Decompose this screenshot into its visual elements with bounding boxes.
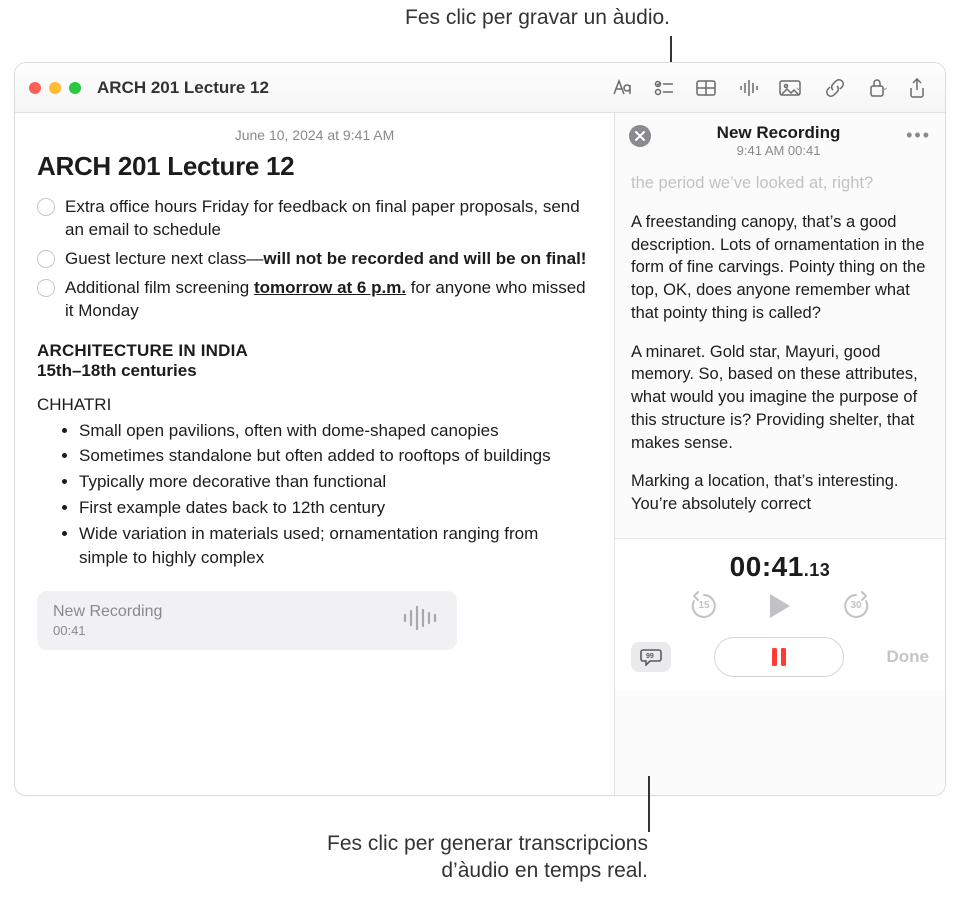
timer-main: 00:41 xyxy=(730,551,804,582)
recording-meta: 9:41 AM 00:41 xyxy=(651,143,906,158)
share-button[interactable] xyxy=(903,76,931,100)
chevron-down-icon: ⌄ xyxy=(881,82,889,93)
callout-line2: d’àudio en temps real. xyxy=(441,859,648,882)
checkbox-icon[interactable] xyxy=(37,198,55,216)
transcript-paragraph: A minaret. Gold star, Mayuri, good memor… xyxy=(631,341,929,455)
transcript-faded-line: the period we’ve looked at, right? xyxy=(631,172,929,195)
list-item: Typically more decorative than functiona… xyxy=(79,470,592,494)
svg-text:99: 99 xyxy=(646,653,654,660)
note-heading: ARCH 201 Lecture 12 xyxy=(37,151,592,182)
text-bold-underline: tomorrow at 6 p.m. xyxy=(254,278,406,297)
checklist-item[interactable]: Extra office hours Friday for feedback o… xyxy=(37,196,592,242)
recording-attachment[interactable]: New Recording 00:41 xyxy=(37,591,457,650)
checkbox-icon[interactable] xyxy=(37,250,55,268)
transcription-toggle-button[interactable]: 99 xyxy=(631,642,671,672)
bullet-list: Small open pavilions, often with dome-sh… xyxy=(79,419,592,570)
list-item: Small open pavilions, often with dome-sh… xyxy=(79,419,592,443)
checkbox-icon[interactable] xyxy=(37,279,55,297)
skip-back-label: 15 xyxy=(698,600,709,611)
skip-forward-30-button[interactable]: 30 xyxy=(839,589,873,623)
minimize-window-button[interactable] xyxy=(49,82,61,94)
window-title: ARCH 201 Lecture 12 xyxy=(97,78,269,98)
note-content-pane: June 10, 2024 at 9:41 AM ARCH 201 Lectur… xyxy=(15,113,615,795)
list-item: Sometimes standalone but often added to … xyxy=(79,444,592,468)
checklist-text: Guest lecture next class—will not be rec… xyxy=(65,248,586,271)
section-heading: ARCHITECTURE IN INDIA xyxy=(37,341,592,361)
pause-record-button[interactable] xyxy=(714,637,844,677)
attachment-title: New Recording xyxy=(53,603,162,621)
checklist-text: Additional film screening tomorrow at 6 … xyxy=(65,277,592,323)
note-timestamp: June 10, 2024 at 9:41 AM xyxy=(37,127,592,143)
recording-timer: 00:41.13 xyxy=(631,551,929,583)
toolbar: ⌄ ⌄ xyxy=(608,76,931,100)
play-button[interactable] xyxy=(763,589,797,623)
text-segment: Additional film screening xyxy=(65,278,254,297)
text-bold: will not be recorded and will be on fina… xyxy=(263,249,586,268)
list-item: First example dates back to 12th century xyxy=(79,496,592,520)
recording-title: New Recording xyxy=(651,123,906,143)
list-item: Wide variation in materials used; orname… xyxy=(79,522,592,570)
timer-ms: .13 xyxy=(804,560,831,580)
close-window-button[interactable] xyxy=(29,82,41,94)
titlebar: ARCH 201 Lecture 12 xyxy=(15,63,945,113)
callout-record-audio: Fes clic per gravar un àudio. xyxy=(0,6,670,30)
done-button[interactable]: Done xyxy=(887,647,930,667)
table-button[interactable] xyxy=(692,76,720,100)
attachment-duration: 00:41 xyxy=(53,623,162,638)
checklist: Extra office hours Friday for feedback o… xyxy=(37,196,592,323)
window-controls xyxy=(29,82,81,94)
transcript-paragraph: A freestanding canopy, that’s a good des… xyxy=(631,211,929,325)
text-segment: Guest lecture next class— xyxy=(65,249,263,268)
close-recording-button[interactable] xyxy=(629,125,651,147)
topic-label: CHHATRI xyxy=(37,395,592,415)
app-window: ARCH 201 Lecture 12 xyxy=(14,62,946,796)
callout-line1: Fes clic per generar transcripcions xyxy=(327,832,648,855)
playback-controls: 00:41.13 15 30 xyxy=(615,538,945,691)
chevron-down-icon: ⌄ xyxy=(794,82,802,93)
callout-transcription: Fes clic per generar transcripcions d’àu… xyxy=(150,830,648,885)
record-audio-button[interactable] xyxy=(734,76,762,100)
checklist-button[interactable] xyxy=(650,76,678,100)
link-note-button[interactable] xyxy=(821,76,849,100)
transcript-paragraph: Marking a location, that’s interesting. … xyxy=(631,470,929,516)
skip-fwd-label: 30 xyxy=(850,600,861,611)
callout-line xyxy=(648,776,650,832)
checklist-item[interactable]: Additional film screening tomorrow at 6 … xyxy=(37,277,592,323)
waveform-icon xyxy=(401,604,441,637)
section-subheading: 15th–18th centuries xyxy=(37,361,592,381)
format-text-button[interactable] xyxy=(608,76,636,100)
recording-panel: New Recording 9:41 AM 00:41 ••• the peri… xyxy=(615,113,945,795)
transcript-area: the period we’ve looked at, right? A fre… xyxy=(615,164,945,538)
checklist-text: Extra office hours Friday for feedback o… xyxy=(65,196,592,242)
fullscreen-window-button[interactable] xyxy=(69,82,81,94)
more-options-button[interactable]: ••• xyxy=(906,123,931,146)
skip-back-15-button[interactable]: 15 xyxy=(687,589,721,623)
checklist-item[interactable]: Guest lecture next class—will not be rec… xyxy=(37,248,592,271)
